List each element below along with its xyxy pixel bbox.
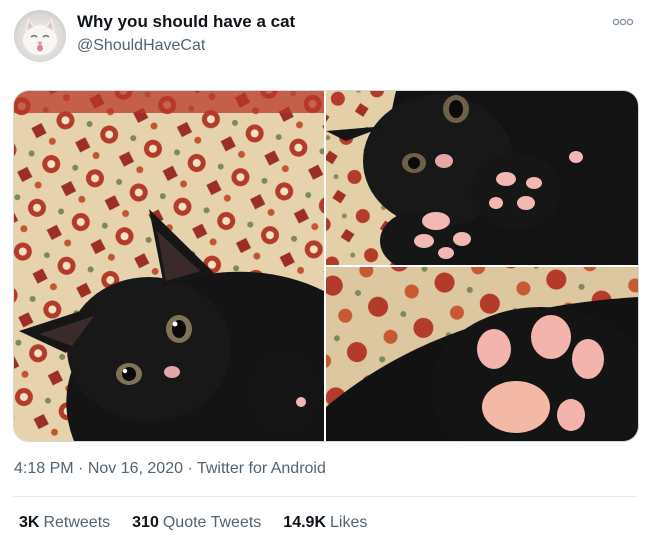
engagement-stats: 3K Retweets 310 Quote Tweets 14.9K Likes	[19, 514, 367, 532]
avatar-white-cat-image	[23, 18, 57, 55]
photo-kitten-on-rug[interactable]	[14, 91, 324, 441]
tweet-metadata: 4:18 PM · Nov 16, 2020 · Twitter for And…	[14, 460, 326, 478]
tweet-date[interactable]: Nov 16, 2020	[88, 460, 183, 477]
retweets-stat[interactable]: 3K Retweets	[19, 514, 110, 532]
quote-tweets-label: Quote Tweets	[162, 514, 262, 531]
separator-dot: ·	[73, 460, 88, 477]
tweet-time[interactable]: 4:18 PM	[14, 460, 74, 477]
likes-label: Likes	[330, 514, 368, 531]
quote-tweets-count: 310	[132, 514, 159, 531]
divider	[13, 496, 637, 497]
quote-tweets-stat[interactable]: 310 Quote Tweets	[132, 514, 261, 532]
user-handle[interactable]: @ShouldHaveCat	[77, 37, 205, 55]
more-options-icon[interactable]	[612, 16, 634, 28]
photo-kitten-paws-up[interactable]	[326, 91, 638, 265]
avatar[interactable]	[14, 10, 66, 62]
media-grid	[13, 90, 639, 442]
retweets-label: Retweets	[43, 514, 111, 531]
retweets-count: 3K	[19, 514, 40, 531]
likes-stat[interactable]: 14.9K Likes	[283, 514, 367, 532]
likes-count: 14.9K	[283, 514, 326, 531]
display-name[interactable]: Why you should have a cat	[77, 12, 295, 32]
photo-toe-beans-closeup[interactable]	[326, 267, 638, 441]
tweet-source[interactable]: Twitter for Android	[197, 460, 326, 477]
separator-dot: ·	[183, 460, 197, 477]
